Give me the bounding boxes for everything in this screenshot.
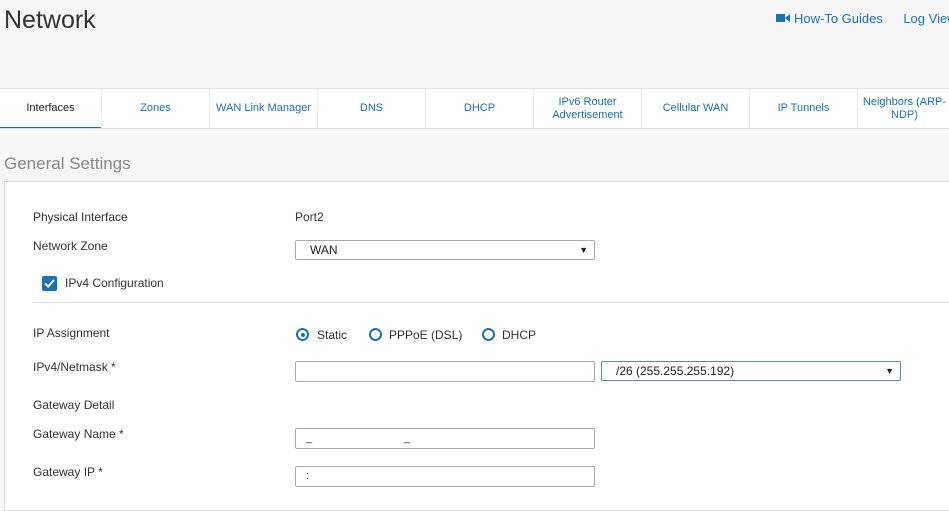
network-zone-select[interactable]: WAN ▼ (295, 240, 595, 260)
pppoe-radio[interactable] (369, 328, 382, 341)
header-links: How-To Guides Log Viewer (776, 10, 949, 28)
ipv4-netmask-label: IPv4/Netmask * (33, 360, 116, 374)
page-title: Network (4, 6, 96, 34)
how-to-guides-link[interactable]: How-To Guides (776, 11, 883, 26)
tab-label: IP Tunnels (777, 102, 830, 114)
tab-label: Neighbors (ARP-NDP) (862, 95, 947, 121)
pppoe-radio-label: PPPoE (DSL) (389, 328, 463, 342)
tab-label: IPv6 Router Advertisement (552, 95, 623, 121)
how-to-guides-label: How-To Guides (794, 10, 883, 26)
physical-interface-label: Physical Interface (33, 210, 128, 224)
netmask-select[interactable]: /26 (255.255.255.192) ▼ (601, 361, 901, 381)
network-zone-label: Network Zone (33, 239, 108, 253)
tab-label: Cellular WAN (662, 102, 729, 114)
netmask-value: /26 (255.255.255.192) (616, 364, 735, 378)
checkmark-icon (44, 279, 55, 288)
tab-ipv6-router-advertisement[interactable]: IPv6 Router Advertisement (534, 89, 642, 128)
tab-cellular-wan[interactable]: Cellular WAN (642, 89, 750, 128)
tab-label: Zones (140, 102, 171, 114)
gateway-ip-label: Gateway IP * (33, 465, 103, 479)
tab-dns[interactable]: DNS (318, 89, 426, 128)
section-title: General Settings (4, 154, 131, 173)
static-radio[interactable] (296, 328, 309, 341)
ip-assignment-label: IP Assignment (33, 326, 110, 340)
gateway-ip-input[interactable]: : (295, 466, 595, 487)
gateway-detail-label: Gateway Detail (33, 398, 115, 412)
dhcp-radio-label: DHCP (502, 328, 537, 342)
log-viewer-link[interactable]: Log Viewer (903, 11, 949, 26)
tab-label: Interfaces (26, 102, 75, 114)
ipv4-address-input[interactable] (295, 361, 595, 382)
general-settings-panel: Physical Interface Port2 Network Zone WA… (4, 181, 949, 511)
physical-interface-value: Port2 (295, 210, 324, 224)
divider (33, 302, 949, 303)
tab-wan-link-manager[interactable]: WAN Link Manager (210, 89, 318, 128)
triangle-down-icon: ▼ (885, 366, 894, 376)
ipv4-configuration-label: IPv4 Configuration (65, 276, 164, 290)
gateway-name-input[interactable]: _ _ (295, 428, 595, 449)
tab-interfaces[interactable]: Interfaces (0, 89, 102, 128)
tab-zones[interactable]: Zones (102, 89, 210, 128)
dhcp-radio[interactable] (482, 328, 495, 341)
tab-neighbors[interactable]: Neighbors (ARP-NDP) (858, 89, 949, 128)
tab-label: DNS (359, 102, 384, 114)
tab-label: DHCP (463, 102, 496, 114)
tab-bar: Interfaces Zones WAN Link Manager DNS DH… (0, 88, 949, 129)
tab-dhcp[interactable]: DHCP (426, 89, 534, 128)
tab-ip-tunnels[interactable]: IP Tunnels (750, 89, 858, 128)
ipv4-configuration-checkbox[interactable] (42, 276, 57, 291)
video-camera-icon (776, 14, 790, 22)
tab-label: WAN Link Manager (216, 102, 311, 114)
triangle-down-icon: ▼ (579, 245, 588, 255)
network-zone-value: WAN (310, 243, 338, 257)
gateway-name-label: Gateway Name * (33, 427, 124, 441)
static-radio-label: Static (317, 328, 348, 342)
